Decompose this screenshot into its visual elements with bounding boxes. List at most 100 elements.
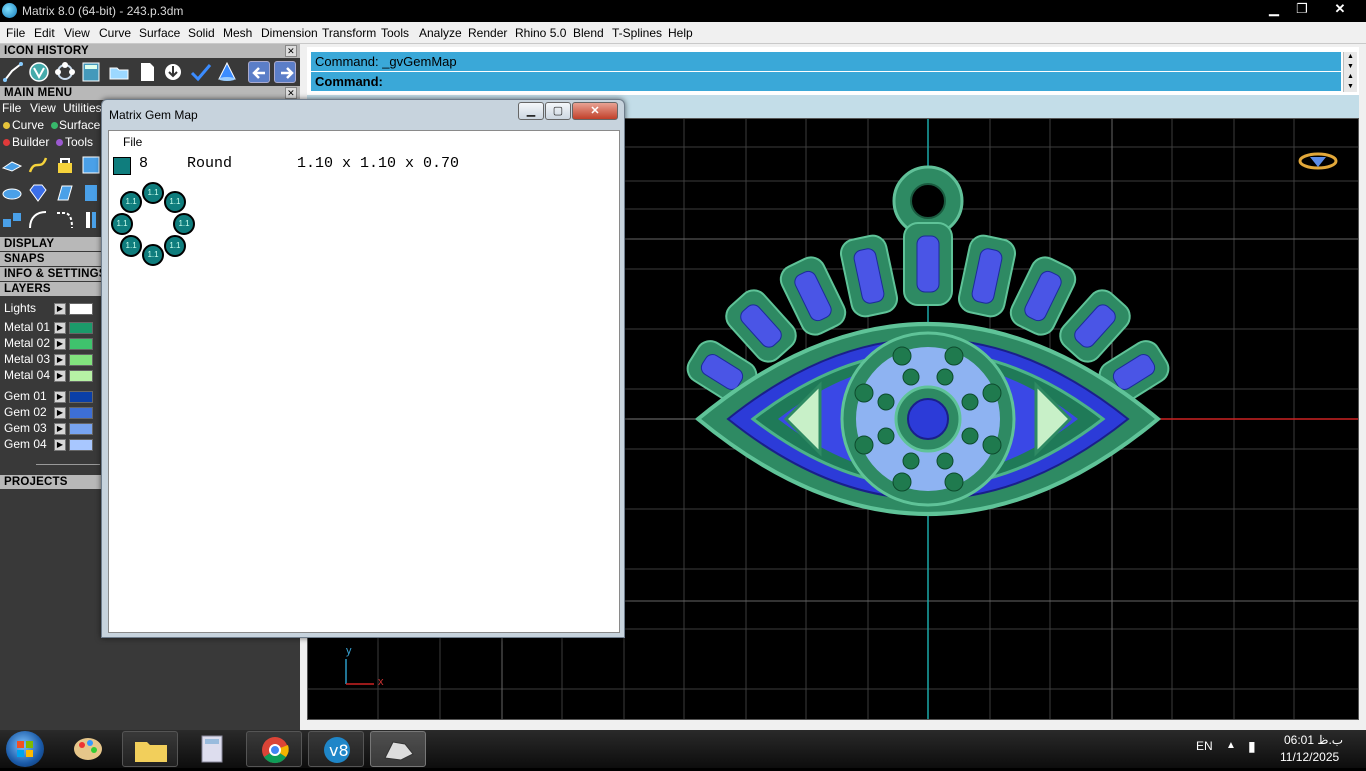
menu-view[interactable]: View	[64, 26, 90, 40]
layer-color-swatch[interactable]	[69, 303, 93, 315]
menu-render[interactable]: Render	[468, 26, 507, 40]
clock-date[interactable]: 11/12/2025	[1280, 750, 1339, 764]
close-button[interactable]: ✕	[1318, 0, 1362, 18]
cone-tool-icon[interactable]	[216, 61, 238, 83]
expand-arrow-icon[interactable]: ▶	[54, 423, 66, 435]
menu-edit[interactable]: Edit	[34, 26, 55, 40]
close-icon[interactable]: ✕	[285, 87, 297, 99]
chip-curve[interactable]: Curve	[12, 118, 44, 132]
main-menu-utilities[interactable]: Utilities	[63, 101, 102, 115]
back-arrow-icon[interactable]	[248, 61, 270, 83]
layer-row[interactable]: Gem 02 ▶	[0, 405, 100, 421]
calculator-icon[interactable]	[80, 61, 102, 83]
check-tool-icon[interactable]	[190, 61, 212, 83]
expand-arrow-icon[interactable]: ▶	[54, 391, 66, 403]
layer-tool-icon[interactable]	[54, 182, 76, 204]
expand-arrow-icon[interactable]: ▶	[54, 338, 66, 350]
lock-tool-icon[interactable]	[54, 154, 76, 176]
clock-time[interactable]: 06:01 ب.ظ	[1284, 733, 1343, 747]
main-menu-view[interactable]: View	[30, 101, 56, 115]
diamond-tool-icon[interactable]	[27, 182, 49, 204]
layer-color-swatch[interactable]	[69, 423, 93, 435]
gem-stone[interactable]: 1.1	[111, 213, 133, 235]
menu-dimension[interactable]: Dimension	[261, 26, 318, 40]
disc-tool-icon[interactable]	[1, 182, 23, 204]
layer-row[interactable]: Metal 03 ▶	[0, 352, 100, 368]
menu-tools[interactable]: Tools	[381, 26, 409, 40]
power-icon[interactable]: ▮	[1248, 738, 1256, 755]
layer-row[interactable]: Lights ▶	[0, 301, 100, 317]
gem-stone[interactable]: 1.1	[142, 244, 164, 266]
save-icon[interactable]	[162, 61, 184, 83]
dialog-close-button[interactable]: ✕	[572, 102, 618, 120]
close-icon[interactable]: ✕	[285, 45, 297, 57]
matrix-taskbar-icon[interactable]: v8	[308, 731, 364, 767]
command-scrollbar[interactable]: ▲ ▼ ▲ ▼	[1343, 52, 1357, 92]
add-tool-icon[interactable]	[80, 154, 102, 176]
layer-color-swatch[interactable]	[69, 407, 93, 419]
twist-tool-icon[interactable]	[27, 154, 49, 176]
menu-curve[interactable]: Curve	[99, 26, 131, 40]
expand-arrow-icon[interactable]: ▶	[54, 407, 66, 419]
open-folder-icon[interactable]	[108, 61, 130, 83]
bars-tool-icon[interactable]	[80, 209, 102, 231]
dialog-maximize-button[interactable]: ▢	[545, 102, 571, 120]
matrix-app-icon[interactable]	[2, 3, 17, 18]
gem-stone[interactable]: 1.1	[142, 182, 164, 204]
start-button[interactable]	[6, 731, 44, 767]
layer-color-swatch[interactable]	[69, 338, 93, 350]
layer-row[interactable]: Metal 02 ▶	[0, 336, 100, 352]
gem-map-menu-file[interactable]: File	[123, 135, 142, 149]
new-document-icon[interactable]	[136, 61, 158, 83]
main-menu-file[interactable]: File	[2, 101, 21, 115]
menu-solid[interactable]: Solid	[188, 26, 215, 40]
menu-rhino[interactable]: Rhino 5.0	[515, 26, 566, 40]
gem-color-swatch[interactable]	[113, 157, 131, 175]
gem-stone[interactable]: 1.1	[173, 213, 195, 235]
layer-row[interactable]: Metal 01 ▶	[0, 320, 100, 336]
gem-stone[interactable]: 1.1	[163, 234, 186, 257]
forward-arrow-icon[interactable]	[274, 61, 296, 83]
menu-surface[interactable]: Surface	[139, 26, 180, 40]
menu-analyze[interactable]: Analyze	[419, 26, 462, 40]
gem-stone[interactable]: 1.1	[163, 191, 186, 214]
layer-color-swatch[interactable]	[69, 370, 93, 382]
dialog-minimize-button[interactable]: ▁	[518, 102, 544, 120]
arc-tool-icon[interactable]	[27, 209, 49, 231]
icon-history-header[interactable]: ICON HISTORY ✕	[0, 44, 300, 58]
paint-taskbar-icon[interactable]	[60, 731, 116, 767]
menu-blend[interactable]: Blend	[573, 26, 604, 40]
chrome-taskbar-icon[interactable]	[246, 731, 302, 767]
slab-tool-icon[interactable]	[80, 182, 102, 204]
language-indicator[interactable]: EN	[1196, 739, 1213, 753]
gem-ring-icon[interactable]	[54, 61, 76, 83]
gem-stone[interactable]: 1.1	[120, 191, 143, 214]
expand-arrow-icon[interactable]: ▶	[54, 370, 66, 382]
chip-surface[interactable]: Surface	[59, 118, 100, 132]
layer-row[interactable]: Metal 04 ▶	[0, 368, 100, 384]
minimize-button[interactable]: ▁	[1262, 0, 1286, 18]
command-prompt[interactable]: Command:	[311, 72, 1341, 91]
corner-tool-icon[interactable]	[54, 209, 76, 231]
maximize-button[interactable]: ❐	[1290, 0, 1314, 18]
menu-transform[interactable]: Transform	[322, 26, 376, 40]
expand-arrow-icon[interactable]: ▶	[54, 322, 66, 334]
gem-stone[interactable]: 1.1	[120, 234, 143, 257]
menu-tsplines[interactable]: T-Splines	[612, 26, 662, 40]
layer-color-swatch[interactable]	[69, 354, 93, 366]
expand-arrow-icon[interactable]: ▶	[54, 354, 66, 366]
layer-color-swatch[interactable]	[69, 391, 93, 403]
main-menu-header[interactable]: MAIN MENU ✕	[0, 86, 300, 100]
calculator-taskbar-icon[interactable]	[184, 731, 240, 767]
plane-tool-icon[interactable]	[1, 154, 23, 176]
explorer-taskbar-icon[interactable]	[122, 731, 178, 767]
matrix-v-icon[interactable]	[28, 61, 50, 83]
menu-help[interactable]: Help	[668, 26, 693, 40]
layer-color-swatch[interactable]	[69, 322, 93, 334]
tray-expand-icon[interactable]: ▲	[1226, 740, 1236, 751]
layer-row[interactable]: Gem 04 ▶	[0, 437, 100, 453]
cubes-tool-icon[interactable]	[1, 209, 23, 231]
menu-mesh[interactable]: Mesh	[223, 26, 252, 40]
layer-row[interactable]: Gem 03 ▶	[0, 421, 100, 437]
expand-arrow-icon[interactable]: ▶	[54, 303, 66, 315]
